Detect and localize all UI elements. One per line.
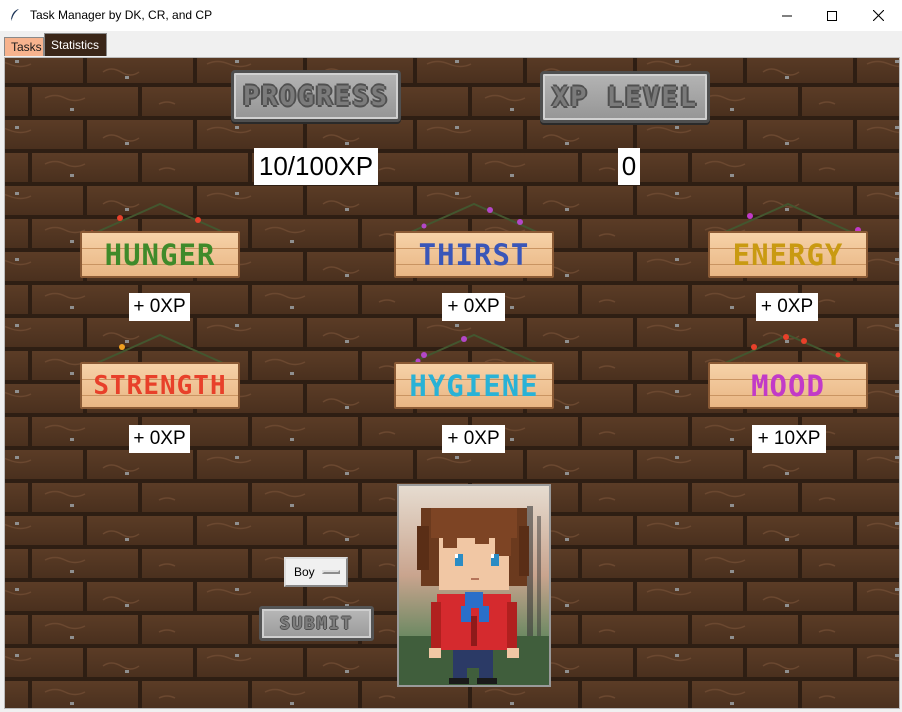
energy-xp: + 0XP xyxy=(756,293,818,321)
option-menu-indicator-icon xyxy=(322,570,340,574)
mood-sign: MOOD xyxy=(708,331,868,411)
minimize-button[interactable] xyxy=(764,0,810,31)
submit-button[interactable]: SUBMIT xyxy=(259,606,374,641)
xp-level-value: 0 xyxy=(618,148,640,185)
character-avatar xyxy=(397,484,551,687)
progress-value: 10/100XP xyxy=(254,148,378,185)
tab-strip: Tasks Statistics xyxy=(0,31,902,57)
hygiene-sign: HYGIENE xyxy=(394,331,554,411)
minimize-icon xyxy=(782,15,792,16)
xp-level-plaque: XP LEVEL xyxy=(540,71,710,123)
thirst-sign: THIRST xyxy=(394,200,554,280)
hunger-sign: HUNGER xyxy=(80,200,240,280)
close-icon xyxy=(872,10,884,21)
close-button[interactable] xyxy=(855,0,901,31)
mood-title: MOOD xyxy=(751,368,825,403)
tab-statistics[interactable]: Statistics xyxy=(44,33,107,56)
strength-sign: STRENGTH xyxy=(80,331,240,411)
hunger-xp: + 0XP xyxy=(129,293,190,321)
boy-character-sprite xyxy=(399,486,549,685)
energy-sign: ENERGY xyxy=(708,200,868,280)
thirst-title: THIRST xyxy=(418,237,530,272)
hygiene-xp: + 0XP xyxy=(442,425,505,453)
thirst-xp: + 0XP xyxy=(442,293,505,321)
energy-title: ENERGY xyxy=(732,237,844,272)
tab-tasks[interactable]: Tasks xyxy=(4,37,44,56)
character-select-value: Boy xyxy=(294,565,315,579)
strength-xp: + 0XP xyxy=(129,425,190,453)
maximize-icon xyxy=(827,10,837,21)
hunger-title: HUNGER xyxy=(104,237,216,272)
character-select[interactable]: Boy xyxy=(284,557,348,587)
feather-icon xyxy=(10,9,19,22)
strength-title: STRENGTH xyxy=(93,370,227,401)
title-bar: Task Manager by DK, CR, and CP xyxy=(0,0,902,32)
window-title: Task Manager by DK, CR, and CP xyxy=(30,8,213,22)
statistics-panel: PROGRESS XP LEVEL 10/100XP 0 HUNGER THIR… xyxy=(4,57,900,709)
progress-plaque: PROGRESS xyxy=(231,70,401,122)
hygiene-title: HYGIENE xyxy=(409,368,539,403)
mood-xp: + 10XP xyxy=(752,425,826,453)
maximize-button[interactable] xyxy=(809,0,855,31)
